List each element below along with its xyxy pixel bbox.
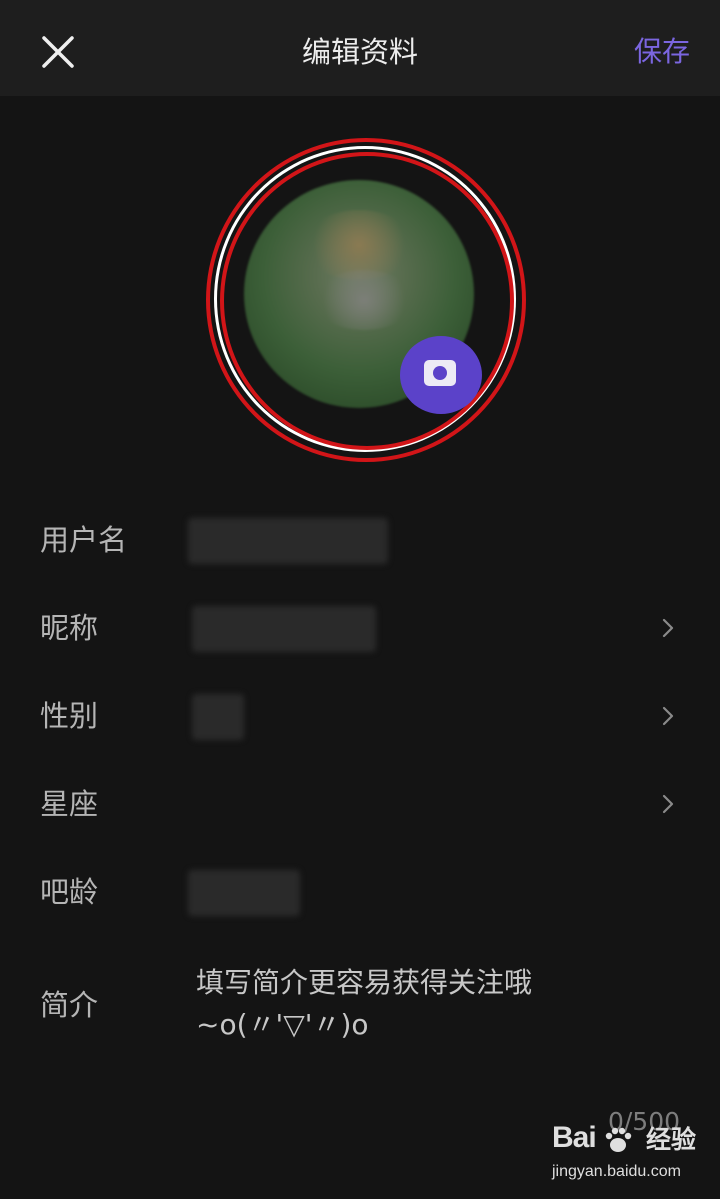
tieba-age-value bbox=[188, 870, 300, 916]
username-label: 用户名 bbox=[40, 523, 128, 557]
paw-icon bbox=[605, 1127, 632, 1152]
constellation-row[interactable]: 星座 bbox=[0, 760, 720, 848]
chevron-right-icon bbox=[662, 706, 674, 726]
tieba-age-label: 吧龄 bbox=[40, 875, 99, 909]
gender-value bbox=[192, 694, 244, 740]
tieba-age-row: 吧龄 bbox=[0, 848, 720, 936]
nickname-label: 昵称 bbox=[40, 611, 99, 645]
chevron-right-icon bbox=[662, 794, 674, 814]
save-button[interactable]: 保存 bbox=[634, 30, 690, 74]
nickname-row[interactable]: 昵称 bbox=[0, 584, 720, 672]
watermark: Bai 经验 jingyan.baidu.com bbox=[552, 1118, 712, 1188]
constellation-label: 星座 bbox=[40, 787, 99, 821]
close-icon bbox=[42, 36, 74, 68]
camera-icon bbox=[424, 360, 456, 386]
watermark-url: jingyan.baidu.com bbox=[552, 1163, 681, 1180]
watermark-brand: Bai bbox=[552, 1121, 597, 1154]
username-row: 用户名 bbox=[0, 496, 720, 584]
watermark-brand-cn: 经验 bbox=[646, 1125, 697, 1154]
username-value bbox=[188, 518, 388, 564]
gender-label: 性别 bbox=[40, 699, 99, 733]
intro-label: 简介 bbox=[40, 988, 99, 1022]
avatar-section bbox=[206, 138, 526, 462]
nickname-value bbox=[192, 606, 376, 652]
page-title: 编辑资料 bbox=[301, 35, 418, 69]
intro-input[interactable]: 填写简介更容易获得关注哦 ~o(〃'▽'〃)o bbox=[196, 962, 656, 1046]
edit-profile-page: 编辑资料 保存 用户名 昵称 性别 星座 吧龄 简介 填写简介更容易获得关注哦 … bbox=[0, 0, 720, 1199]
top-bar: 编辑资料 保存 bbox=[0, 0, 720, 96]
chevron-right-icon bbox=[662, 618, 674, 638]
gender-row[interactable]: 性别 bbox=[0, 672, 720, 760]
change-avatar-button[interactable] bbox=[400, 336, 482, 414]
close-button[interactable] bbox=[36, 30, 80, 74]
